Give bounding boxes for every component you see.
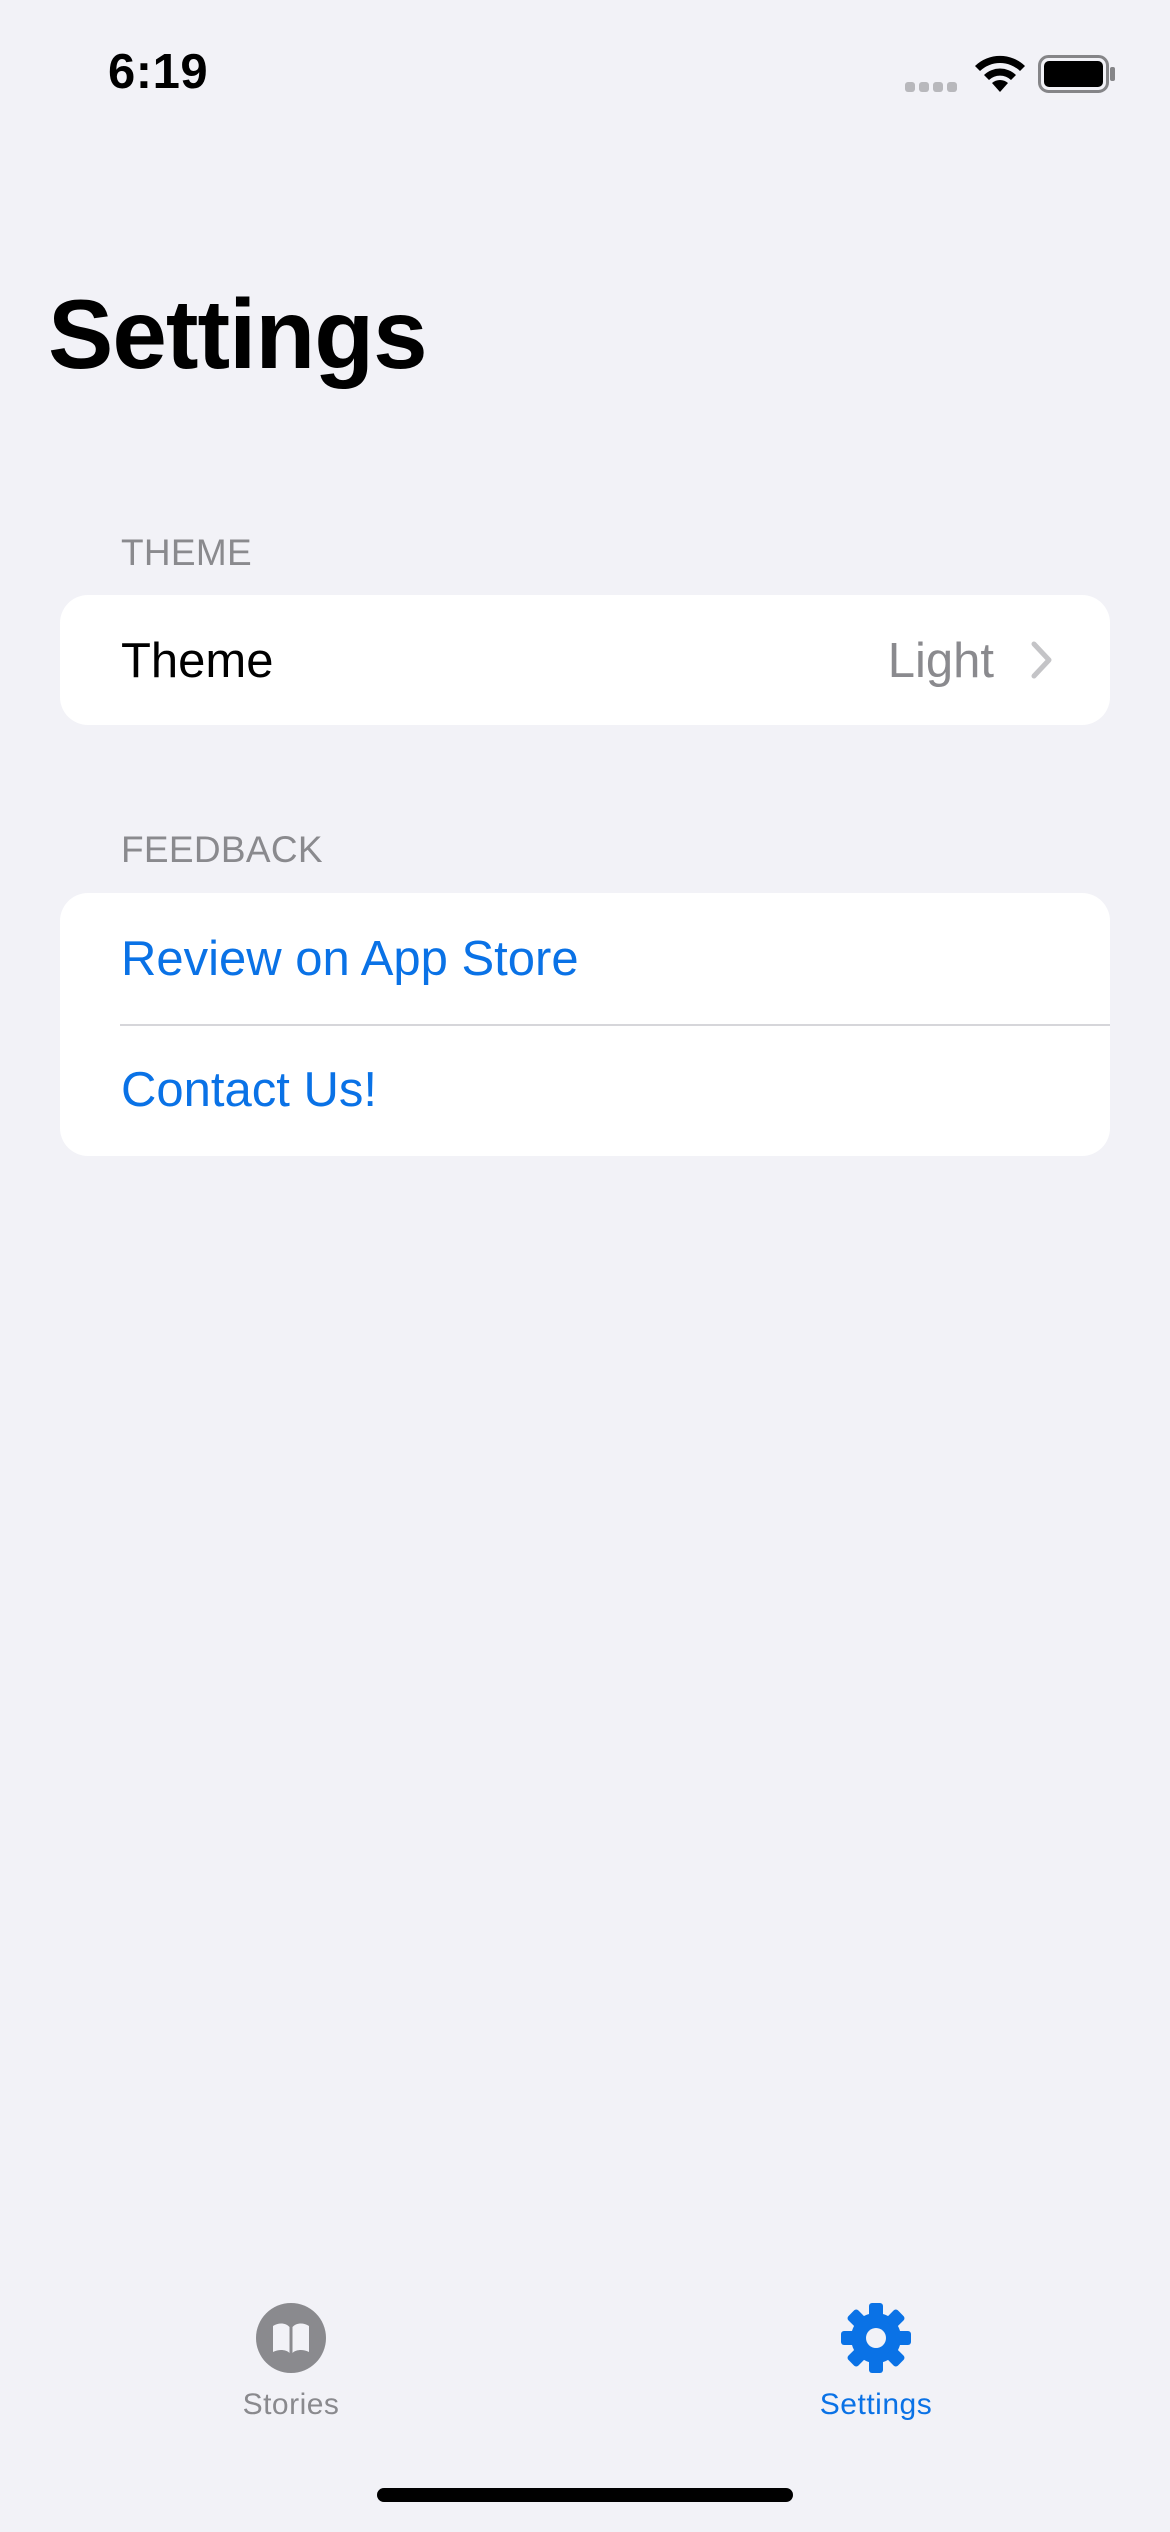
chevron-right-icon bbox=[1031, 641, 1052, 679]
status-bar: 6:19 bbox=[0, 0, 1170, 150]
section-header-feedback: FEEDBACK bbox=[121, 829, 323, 870]
theme-row-label: Theme bbox=[121, 633, 274, 688]
book-icon bbox=[256, 2303, 326, 2373]
status-time: 6:19 bbox=[108, 45, 209, 99]
signal-icon bbox=[905, 82, 957, 92]
battery-icon bbox=[1038, 55, 1115, 93]
tab-settings[interactable]: Settings bbox=[726, 2270, 1026, 2440]
tab-stories-label: Stories bbox=[242, 2388, 340, 2421]
contact-us-label: Contact Us! bbox=[121, 1062, 377, 1117]
theme-row[interactable]: Theme Light bbox=[60, 595, 1110, 725]
contact-us-button[interactable]: Contact Us! bbox=[60, 1024, 1110, 1155]
tab-stories[interactable]: Stories bbox=[141, 2270, 441, 2440]
settings-screen: 6:19 Settings THEME Theme Light FEEDBACK… bbox=[0, 0, 1170, 2532]
page-title: Settings bbox=[48, 279, 428, 389]
theme-group: Theme Light bbox=[60, 595, 1110, 725]
wifi-icon bbox=[975, 55, 1025, 92]
tab-settings-label: Settings bbox=[819, 2388, 933, 2421]
review-app-store-button[interactable]: Review on App Store bbox=[60, 893, 1110, 1026]
review-app-store-label: Review on App Store bbox=[121, 931, 579, 986]
section-header-theme: THEME bbox=[121, 532, 252, 573]
theme-row-value: Light bbox=[887, 633, 994, 688]
gear-icon bbox=[841, 2303, 911, 2373]
feedback-group: Review on App Store Contact Us! bbox=[60, 893, 1110, 1156]
home-indicator bbox=[377, 2488, 793, 2502]
